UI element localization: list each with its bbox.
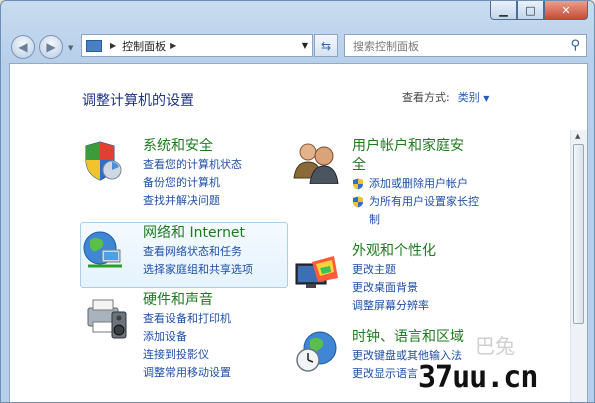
link-adjust-resolution[interactable]: 调整屏幕分辨率 [352, 297, 436, 315]
back-button[interactable]: ◀ [11, 35, 35, 59]
vertical-scrollbar[interactable]: ▲ [570, 130, 587, 402]
search-icon[interactable]: ⚲ [570, 38, 580, 53]
breadcrumb-chevron-icon[interactable]: ▶ [170, 41, 176, 50]
category-title[interactable]: 系统和安全 [143, 137, 242, 156]
window-controls: ▁ □ ✕ [490, 1, 588, 20]
refresh-icon: ⇆ [320, 38, 332, 53]
category-title[interactable]: 外观和个性化 [352, 242, 436, 261]
link-troubleshoot[interactable]: 查找并解决问题 [143, 192, 242, 210]
uac-shield-icon [353, 178, 363, 190]
navigation-bar: ◀ ▶ ▼ ▶ 控制面板 ▶ ▼ ⇆ 搜索控制面板 ⚲ [1, 29, 594, 63]
link-connect-projector[interactable]: 连接到投影仪 [143, 346, 231, 364]
forward-button[interactable]: ▶ [39, 35, 63, 59]
view-by-dropdown[interactable]: 类别 ▼ [458, 91, 490, 104]
scrollbar-thumb[interactable] [573, 144, 584, 324]
security-shield-icon [85, 141, 122, 181]
refresh-button[interactable]: ⇆ [314, 34, 338, 57]
control-panel-icon [86, 39, 102, 52]
maximize-button[interactable]: □ [517, 1, 544, 20]
recent-pages-dropdown[interactable]: ▼ [68, 44, 73, 52]
category-user-accounts: 用户帐户和家庭安全 添加或删除用户帐户 为所有用户设置家长控 制 [352, 137, 479, 229]
site-watermark: 37uu.cn [418, 360, 538, 395]
page-title: 调整计算机的设置 [82, 93, 194, 109]
link-backup-computer[interactable]: 备份您的计算机 [143, 174, 242, 192]
link-change-theme[interactable]: 更改主题 [352, 261, 436, 279]
link-add-remove-users[interactable]: 添加或删除用户帐户 [352, 175, 479, 193]
users-icon [293, 143, 339, 184]
link-network-status[interactable]: 查看网络状态和任务 [143, 243, 253, 261]
minimize-button[interactable]: ▁ [490, 1, 517, 20]
view-by-label: 查看方式: [402, 91, 450, 104]
link-parental-controls-wrap[interactable]: 制 [352, 211, 479, 229]
chevron-down-icon: ▼ [483, 94, 490, 103]
link-devices-printers[interactable]: 查看设备和打印机 [143, 310, 231, 328]
clock-globe-icon [296, 331, 337, 372]
category-system-security: 系统和安全 查看您的计算机状态 备份您的计算机 查找并解决问题 [143, 137, 242, 210]
category-network-internet: 网络和 Internet 查看网络状态和任务 选择家庭组和共享选项 [143, 224, 253, 279]
link-add-device[interactable]: 添加设备 [143, 328, 231, 346]
appearance-monitor-icon [295, 256, 338, 288]
faint-watermark: 巴兔 [475, 334, 515, 358]
address-dropdown-icon[interactable]: ▼ [302, 41, 308, 50]
back-arrow-icon: ◀ [18, 40, 28, 54]
link-homegroup-sharing[interactable]: 选择家庭组和共享选项 [143, 261, 253, 279]
close-button[interactable]: ✕ [544, 1, 588, 20]
address-bar[interactable]: ▶ 控制面板 ▶ ▼ [81, 34, 313, 57]
title-bar: ▁ □ ✕ [1, 1, 594, 29]
category-appearance: 外观和个性化 更改主题 更改桌面背景 调整屏幕分辨率 [352, 242, 436, 315]
link-mobility-settings[interactable]: 调整常用移动设置 [143, 364, 231, 382]
link-change-desktop-background[interactable]: 更改桌面背景 [352, 279, 436, 297]
category-hardware-sound: 硬件和声音 查看设备和打印机 添加设备 连接到投影仪 调整常用移动设置 [143, 291, 231, 382]
view-by: 查看方式: 类别 ▼ [402, 89, 489, 105]
uac-shield-icon [353, 196, 363, 208]
breadcrumb-control-panel[interactable]: 控制面板 [122, 38, 166, 54]
forward-arrow-icon: ▶ [46, 40, 56, 54]
link-view-computer-status[interactable]: 查看您的计算机状态 [143, 156, 242, 174]
breadcrumb-chevron-icon[interactable]: ▶ [110, 41, 116, 50]
category-title[interactable]: 网络和 Internet [143, 224, 253, 243]
category-title[interactable]: 时钟、语言和区域 [352, 328, 464, 347]
scroll-up-icon[interactable]: ▲ [575, 132, 580, 140]
category-title[interactable]: 硬件和声音 [143, 291, 231, 310]
network-globe-icon [83, 231, 122, 268]
search-box[interactable]: 搜索控制面板 ⚲ [344, 34, 587, 57]
search-input[interactable]: 搜索控制面板 [353, 38, 419, 54]
printer-speaker-icon [87, 299, 127, 339]
link-parental-controls[interactable]: 为所有用户设置家长控 [352, 193, 479, 211]
category-title[interactable]: 用户帐户和家庭安全 [352, 137, 479, 175]
